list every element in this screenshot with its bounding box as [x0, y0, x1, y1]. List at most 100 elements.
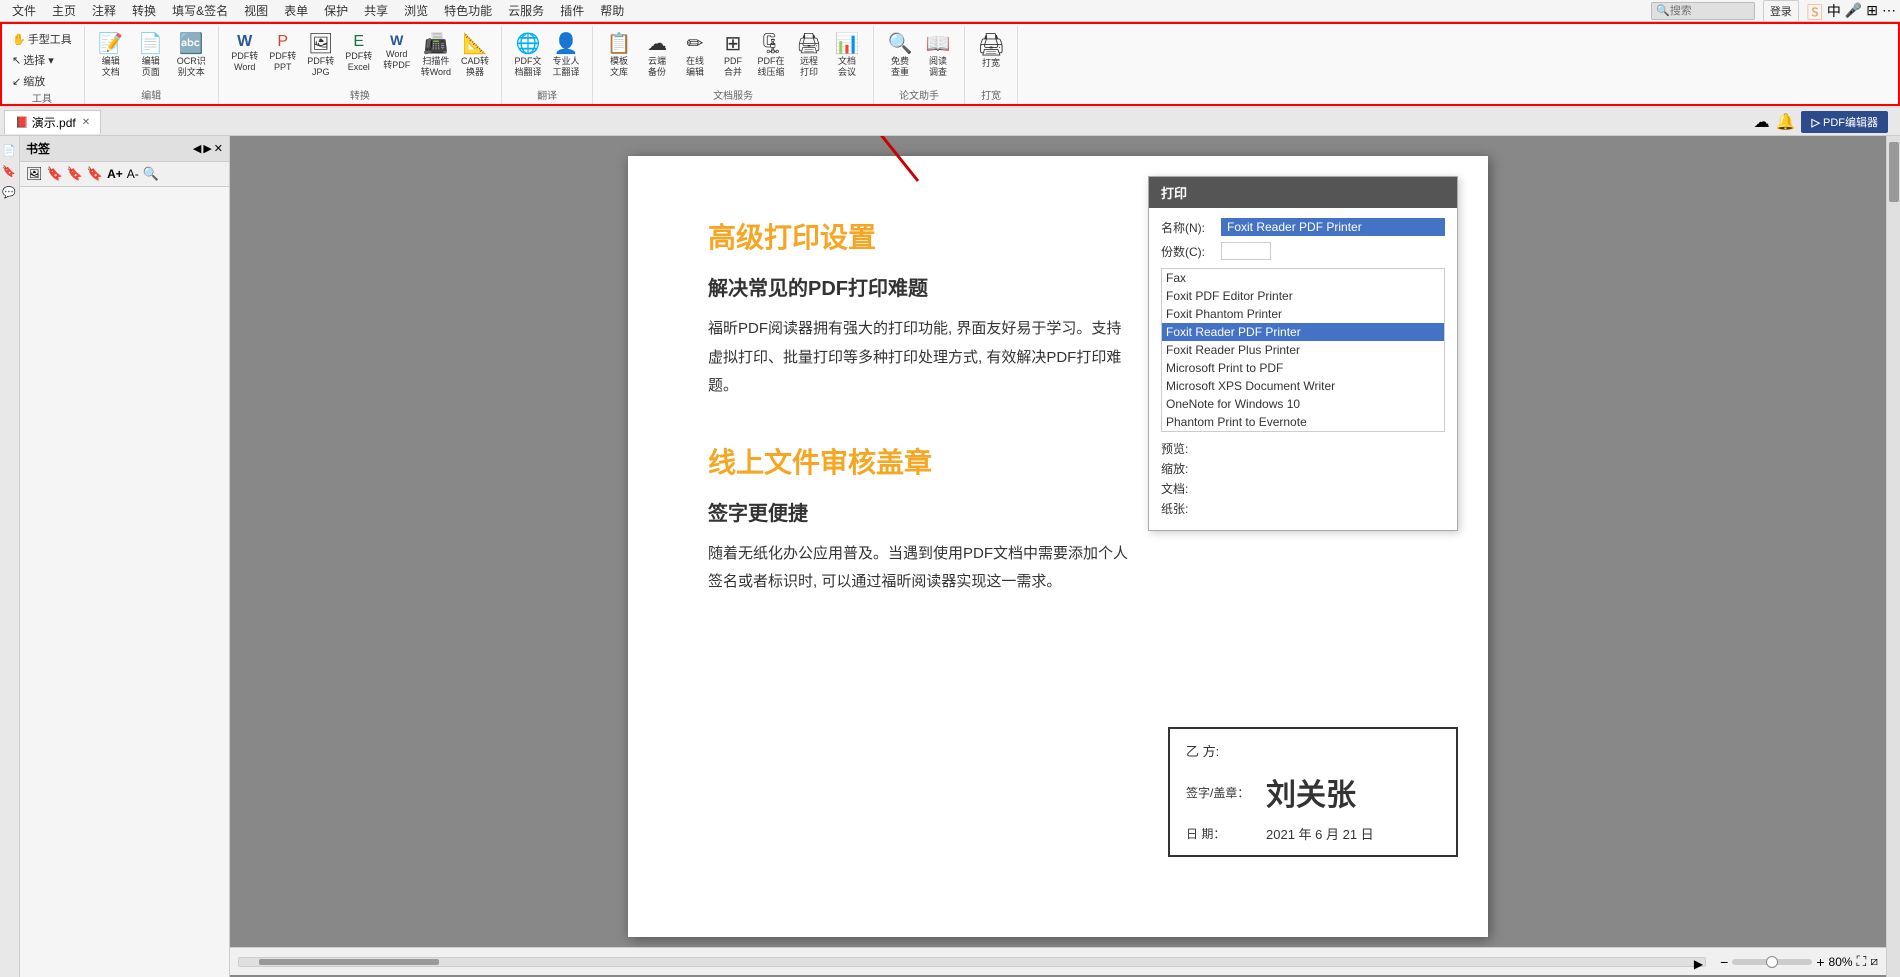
horizontal-scrollbar[interactable]: ▶ [238, 957, 1706, 967]
screen-icon[interactable]: ⊞ [1866, 2, 1878, 19]
menu-features[interactable]: 特色功能 [436, 0, 500, 21]
section2-body: 随着无纸化办公应用普及。当遇到使用PDF文档中需要添加个人签名或者标识时, 可以… [708, 540, 1128, 597]
pdf-to-excel-button[interactable]: E PDF转Excel [341, 30, 377, 80]
pdf-editor-button[interactable]: ▷ PDF编辑器 [1801, 111, 1888, 133]
printer-item-ms-pdf[interactable]: Microsoft Print to PDF [1162, 359, 1444, 377]
font-decrease-button[interactable]: A- [127, 167, 139, 181]
pdf-translate-button[interactable]: 🌐 PDF文档翻译 [510, 30, 546, 80]
zoom-slider[interactable] [1732, 959, 1812, 965]
print-paper-label: 纸张: [1161, 500, 1206, 517]
menu-convert[interactable]: 转换 [124, 0, 164, 21]
menu-annotate[interactable]: 注释 [84, 0, 124, 21]
printer-item-foxit-phantom[interactable]: Foxit Phantom Printer [1162, 305, 1444, 323]
login-button[interactable]: 登录 [1763, 0, 1799, 22]
zoom-minus-button[interactable]: − [1720, 954, 1728, 970]
scroll-thumb[interactable] [1889, 142, 1899, 202]
expand-button[interactable]: ⛶ [1857, 953, 1867, 970]
panel-nav: ◀ ▶ ✕ [193, 142, 223, 155]
online-edit-icon: ✏ [687, 32, 704, 56]
menu-protect[interactable]: 保护 [316, 0, 356, 21]
free-check-button[interactable]: 🔍 免费查重 [882, 30, 918, 80]
print-name-value[interactable]: Foxit Reader PDF Printer [1221, 218, 1445, 236]
printer-item-fax[interactable]: Fax [1162, 269, 1444, 287]
cloud-sync-icon[interactable]: ☁ [1754, 112, 1770, 132]
edit-page-button[interactable]: 📄 编辑页面 [133, 30, 169, 80]
cad-to-pdf-button[interactable]: 📐 CAD转换器 [457, 30, 493, 80]
side-icon-3[interactable]: 💬 [2, 186, 17, 199]
translate-group-label: 翻译 [510, 87, 584, 102]
pdf-to-jpg-button[interactable]: 🖼 PDF转JPG [303, 30, 339, 80]
hand-tool-button[interactable]: ✋ 手型工具 [8, 30, 76, 48]
printer-item-onenote[interactable]: OneNote for Windows 10 [1162, 395, 1444, 413]
print-button[interactable]: 🖨 打宽 [973, 30, 1009, 71]
bookmark-tool-3[interactable]: 🔖 [67, 166, 83, 182]
zoom-plus-button[interactable]: + [1816, 954, 1824, 970]
tab-close-button[interactable]: ✕ [82, 117, 90, 128]
menu-view[interactable]: 视图 [236, 0, 276, 21]
bookmark-search-button[interactable]: 🔍 [143, 166, 159, 182]
pdf-tab[interactable]: 📕 演示.pdf ✕ [4, 110, 101, 134]
vertical-scrollbar[interactable] [1886, 136, 1900, 977]
cad-icon: 📐 [463, 32, 488, 56]
select-tool-button[interactable]: ↖ 选择 ▾ [8, 51, 76, 69]
pro-translate-button[interactable]: 👤 专业人工翻译 [548, 30, 584, 80]
input-method-icon[interactable]: 中 [1827, 1, 1841, 21]
meeting-button[interactable]: 📊 文档会议 [829, 30, 865, 80]
h-scroll-thumb[interactable] [259, 959, 439, 965]
bookmark-tool-4[interactable]: 🔖 [87, 166, 103, 182]
menu-browse[interactable]: 浏览 [396, 0, 436, 21]
logo-s: 🅂 [1807, 0, 1823, 23]
ocr-button[interactable]: 🔤 OCR识别文本 [173, 30, 210, 80]
menu-form[interactable]: 表单 [276, 0, 316, 21]
side-icon-1[interactable]: 📄 [2, 144, 17, 157]
side-icon-2[interactable]: 🔖 [2, 165, 17, 178]
menu-help[interactable]: 帮助 [592, 0, 632, 21]
print-copies-input[interactable] [1221, 242, 1271, 260]
cloud-backup-icon: ☁ [647, 32, 667, 56]
pdf-to-word-icon: W [237, 32, 252, 51]
edit-doc-button[interactable]: 📝 编辑文档 [93, 30, 129, 80]
mic-icon[interactable]: 🎤 [1845, 2, 1862, 19]
pdf-to-ppt-button[interactable]: P PDF转PPT [265, 30, 301, 80]
panel-next-button[interactable]: ▶ [203, 142, 211, 155]
edit-group-label: 编辑 [93, 87, 210, 102]
print-dialog[interactable]: 打印 名称(N): Foxit Reader PDF Printer 份数(C)… [1148, 176, 1458, 531]
printer-item-foxit-reader[interactable]: Foxit Reader PDF Printer [1162, 323, 1444, 341]
red-arrow [828, 136, 948, 186]
pdf-to-word-button[interactable]: W PDF转Word [227, 30, 263, 80]
template-button[interactable]: 📋 模板文库 [601, 30, 637, 80]
notification-icon[interactable]: 🔔 [1776, 112, 1796, 132]
online-edit-button[interactable]: ✏ 在线编辑 [677, 30, 713, 80]
pdf-tab-icon: 📕 [15, 116, 29, 129]
zoom-thumb[interactable] [1766, 956, 1778, 968]
pdf-compress-button[interactable]: 🗜 PDF在线压缩 [753, 30, 789, 80]
menu-cloud[interactable]: 云服务 [500, 0, 552, 21]
panel-prev-button[interactable]: ◀ [193, 142, 201, 155]
remote-print-icon: 🖨 [796, 32, 821, 56]
font-increase-button[interactable]: A+ [107, 167, 123, 181]
printer-item-foxit-editor[interactable]: Foxit PDF Editor Printer [1162, 287, 1444, 305]
shrink-button[interactable]: ↙ 缩放 [8, 72, 76, 90]
read-check-button[interactable]: 📖 阅读调查 [920, 30, 956, 80]
remote-print-button[interactable]: 🖨 远程打印 [791, 30, 827, 80]
menu-file[interactable]: 文件 [4, 0, 44, 21]
menu-share[interactable]: 共享 [356, 0, 396, 21]
panel-close-button[interactable]: ✕ [214, 142, 223, 155]
printer-list[interactable]: Fax Foxit PDF Editor Printer Foxit Phant… [1161, 268, 1445, 432]
bookmark-tool-1[interactable]: 🖼 [26, 166, 43, 182]
menu-sign[interactable]: 填写&签名 [164, 0, 236, 21]
menu-plugin[interactable]: 插件 [552, 0, 592, 21]
printer-item-ms-xps[interactable]: Microsoft XPS Document Writer [1162, 377, 1444, 395]
cloud-backup-button[interactable]: ☁ 云端备份 [639, 30, 675, 80]
more-icon[interactable]: ⋯ [1882, 2, 1896, 19]
bookmark-tool-2[interactable]: 🔖 [47, 166, 63, 182]
word-to-pdf-button[interactable]: W Word转PDF [379, 30, 415, 80]
pdf-merge-button[interactable]: ⊞ PDF合并 [715, 30, 751, 80]
scan-to-word-button[interactable]: 📠 扫描件转Word [417, 30, 455, 80]
printer-item-foxit-plus[interactable]: Foxit Reader Plus Printer [1162, 341, 1444, 359]
panel-title: 书签 [26, 140, 50, 157]
menu-home[interactable]: 主页 [44, 0, 84, 21]
scroll-right-arrow[interactable]: ▶ [1694, 957, 1703, 971]
search-input[interactable] [1670, 5, 1750, 17]
printer-item-phantom-evernote[interactable]: Phantom Print to Evernote [1162, 413, 1444, 431]
